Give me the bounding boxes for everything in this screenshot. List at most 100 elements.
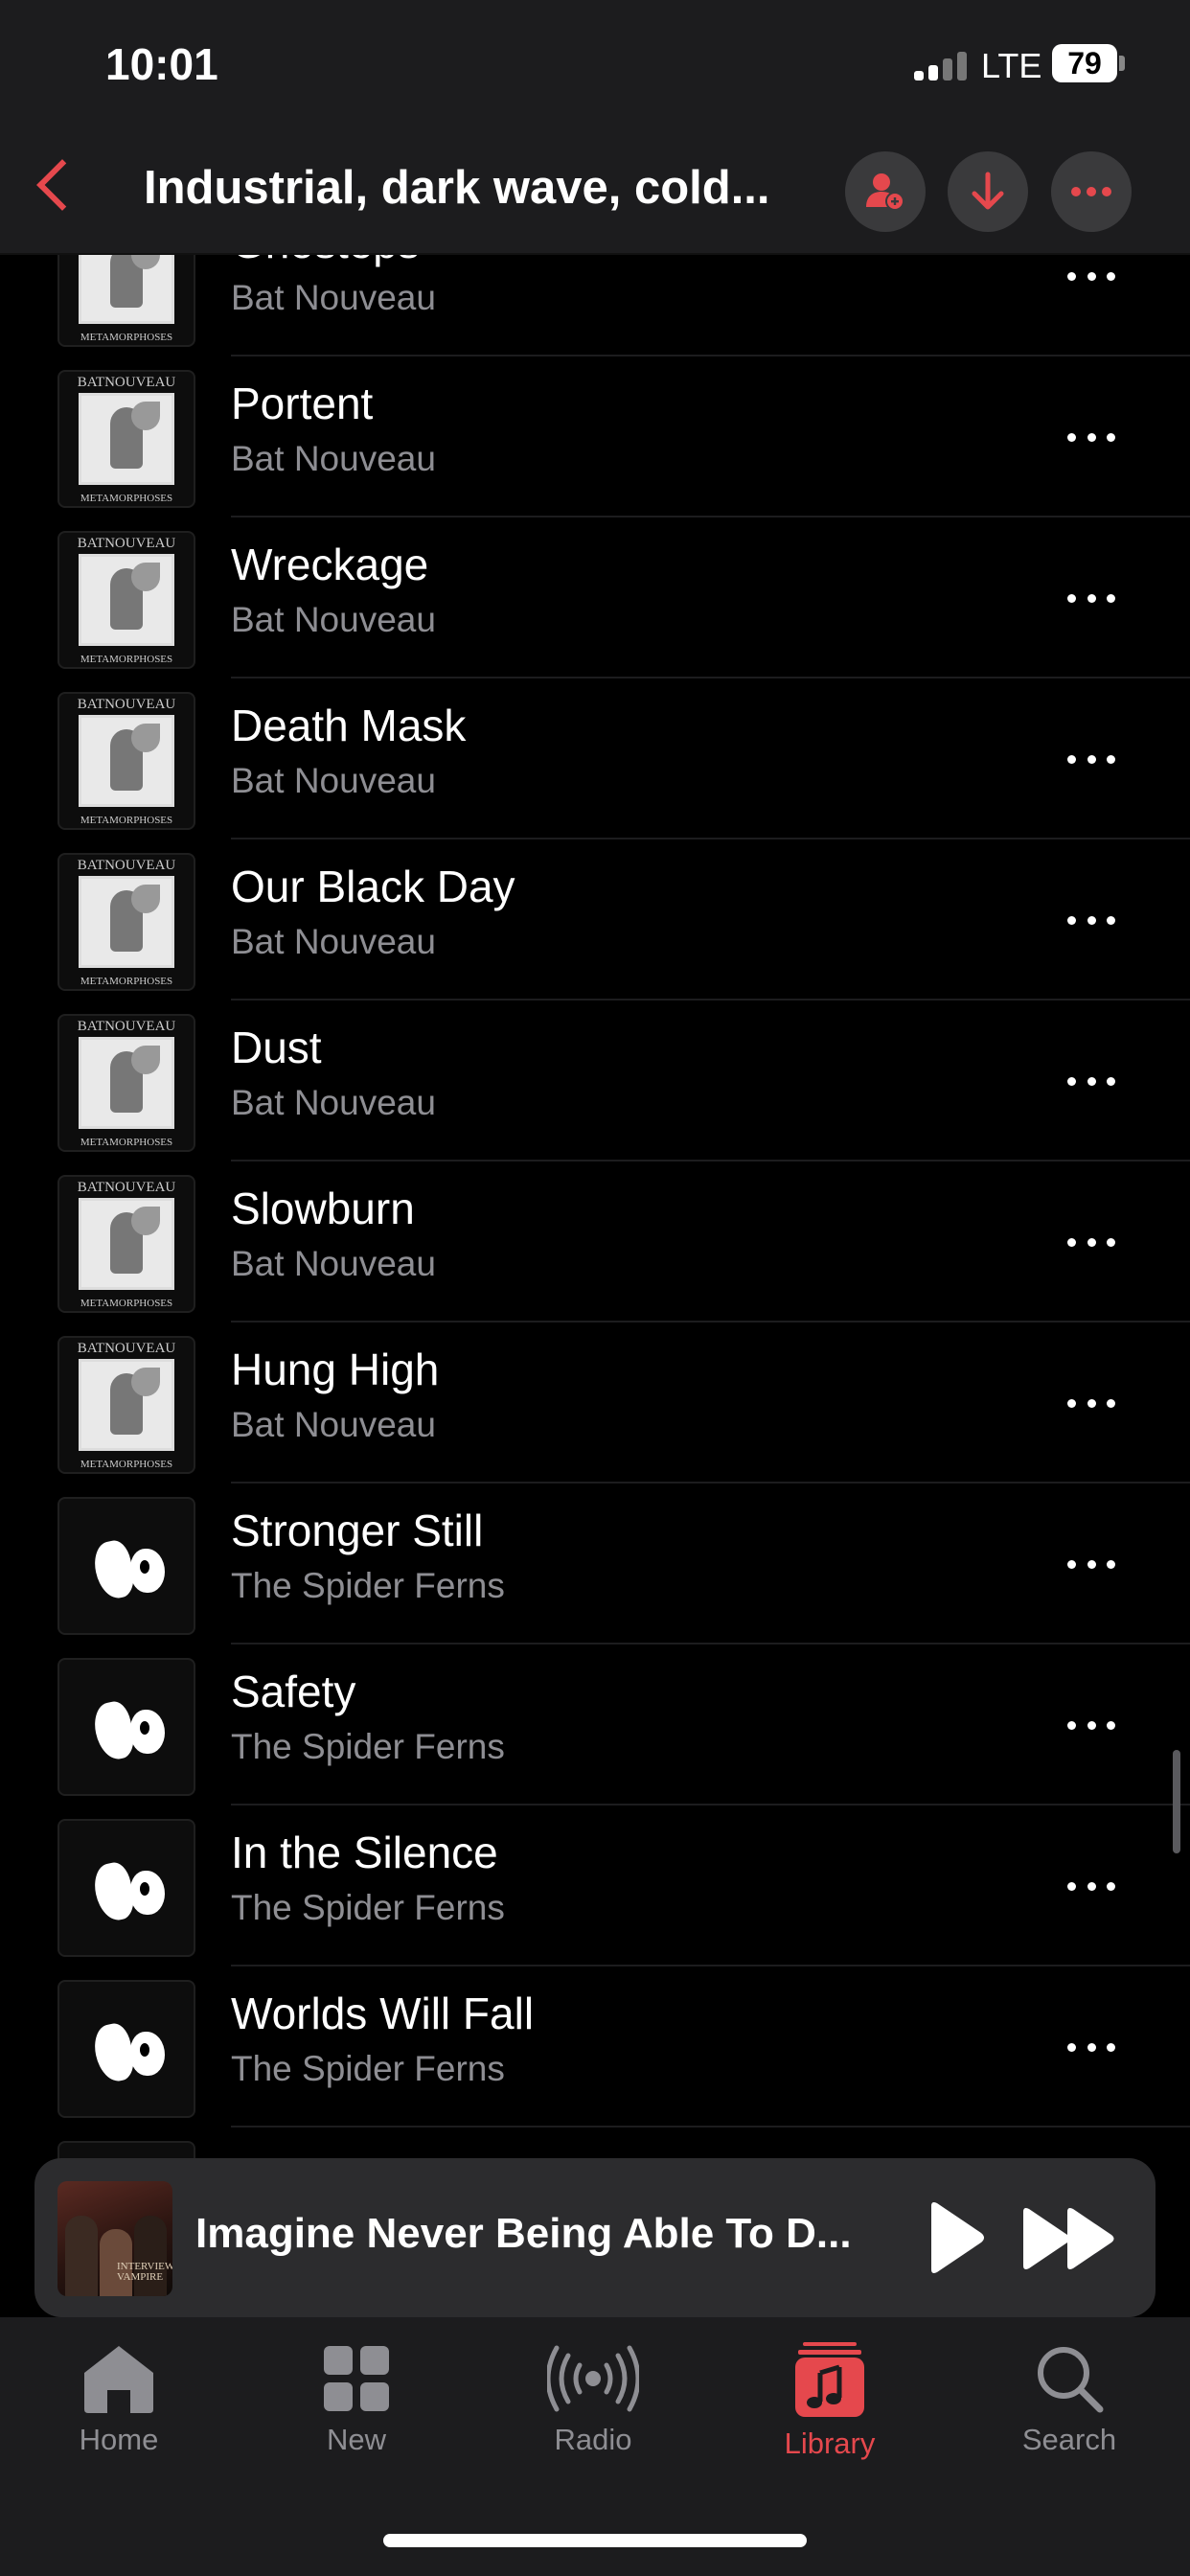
song-title: Dust — [231, 1023, 322, 1072]
song-row[interactable]: In the Silence The Spider Ferns — [0, 1806, 1190, 1966]
cellular-signal-icon — [914, 52, 968, 80]
album-artwork-bottom-text: METAMORPHOSES — [80, 1137, 173, 1148]
song-artist: Bat Nouveau — [231, 1244, 436, 1283]
home-indicator[interactable] — [383, 2534, 807, 2547]
nav-header: 10:01 LTE 79 Industrial, dark wave, cold… — [0, 0, 1190, 255]
song-artist: Bat Nouveau — [231, 439, 436, 478]
album-artwork-top-text: BATNOUVEAU — [77, 858, 176, 873]
song-title: Hung High — [231, 1345, 440, 1394]
song-more-button[interactable] — [1060, 1225, 1123, 1259]
song-more-button[interactable] — [1060, 1064, 1123, 1098]
song-title: Slowburn — [231, 1184, 415, 1233]
song-more-button[interactable] — [1060, 742, 1123, 776]
statue-image — [79, 1359, 174, 1451]
play-button[interactable] — [918, 2196, 995, 2279]
album-artwork-bottom-text: METAMORPHOSES — [80, 1459, 173, 1470]
song-row[interactable]: Safety The Spider Ferns — [0, 1644, 1190, 1806]
song-more-button[interactable] — [1060, 1869, 1123, 1903]
song-more-button[interactable] — [1060, 259, 1123, 293]
scroll-indicator[interactable] — [1173, 1750, 1180, 1853]
album-artwork-top-text: BATNOUVEAU — [77, 697, 176, 712]
more-options-button[interactable] — [1051, 151, 1132, 232]
now-playing-title: Imagine Never Being Able To D... — [195, 2210, 852, 2257]
song-row[interactable]: BATNOUVEAU METAMORPHOSES Slowburn Bat Nouve… — [0, 1162, 1190, 1322]
tab-new-label: New — [326, 2423, 386, 2456]
song-artist: The Spider Ferns — [231, 1566, 505, 1605]
song-title: Worlds Will Fall — [231, 1989, 535, 2038]
song-more-button[interactable] — [1060, 420, 1123, 454]
song-title: Safety — [231, 1667, 356, 1716]
add-collaborator-button[interactable] — [845, 151, 926, 232]
song-row[interactable]: BATNOUVEAU METAMORPHOSES Death Mask Bat Nou… — [0, 678, 1190, 840]
tab-search[interactable]: Search — [973, 2342, 1165, 2496]
album-artwork-top-text: BATNOUVEAU — [77, 1180, 176, 1195]
tab-new[interactable]: New — [261, 2342, 452, 2496]
ellipsis-icon — [1071, 187, 1111, 196]
song-title: Wreckage — [231, 540, 429, 589]
tab-search-label: Search — [1021, 2423, 1117, 2456]
song-artist: Bat Nouveau — [231, 600, 436, 639]
song-title: Death Mask — [231, 701, 467, 750]
song-more-button[interactable] — [1060, 1547, 1123, 1581]
network-label: LTE — [981, 46, 1042, 85]
album-artwork: BATNOUVEAU METAMORPHOSES — [57, 1014, 195, 1152]
album-artwork-top-text: BATNOUVEAU — [77, 1019, 176, 1034]
song-title: Our Black Day — [231, 862, 515, 911]
album-artwork — [57, 1819, 195, 1957]
statue-image — [79, 715, 174, 807]
album-artwork: BATNOUVEAU METAMORPHOSES — [57, 1175, 195, 1313]
playlist-title: Industrial, dark wave, cold... — [144, 162, 770, 214]
statue-image — [79, 554, 174, 646]
album-artwork-bottom-text: METAMORPHOSES — [80, 976, 173, 987]
song-title: In the Silence — [231, 1828, 498, 1877]
skip-forward-button[interactable] — [1018, 2200, 1123, 2277]
song-title: Portent — [231, 379, 374, 428]
house-icon — [84, 2346, 153, 2413]
album-artwork: BATNOUVEAU METAMORPHOSES — [57, 853, 195, 991]
download-button[interactable] — [948, 151, 1028, 232]
album-artwork: BATNOUVEAU METAMORPHOSES — [57, 531, 195, 669]
album-artwork-top-text: BATNOUVEAU — [77, 536, 176, 551]
album-artwork: BATNOUVEAU METAMORPHOSES — [57, 692, 195, 830]
album-artwork-top-text: BATNOUVEAU — [77, 1341, 176, 1356]
song-more-button[interactable] — [1060, 1708, 1123, 1742]
battery-level: 79 — [1067, 46, 1102, 80]
music-note-icon — [795, 2342, 864, 2417]
song-more-button[interactable] — [1060, 581, 1123, 615]
song-artist: The Spider Ferns — [231, 1888, 505, 1927]
tab-radio[interactable]: Radio — [497, 2342, 689, 2496]
mini-player[interactable]: INTERVIEW VAMPIRE Imagine Never Being Ab… — [34, 2158, 1156, 2317]
song-artist: Bat Nouveau — [231, 761, 436, 800]
song-artist: Bat Nouveau — [231, 1405, 436, 1444]
song-title: Stronger Still — [231, 1506, 484, 1555]
song-more-button[interactable] — [1060, 1386, 1123, 1420]
song-more-button[interactable] — [1060, 903, 1123, 937]
song-artist: Bat Nouveau — [231, 922, 436, 961]
album-artwork-top-text: BATNOUVEAU — [77, 375, 176, 390]
album-artwork-bottom-text: METAMORPHOSES — [80, 332, 173, 343]
battery-nub — [1119, 56, 1125, 71]
album-artwork-bottom-text: METAMORPHOSES — [80, 654, 173, 665]
fast-forward-icon — [1023, 2208, 1114, 2269]
song-artist: The Spider Ferns — [231, 2049, 505, 2088]
back-button[interactable] — [34, 157, 79, 215]
song-row[interactable]: BATNOUVEAU METAMORPHOSES Dust Bat Nouveau — [0, 1000, 1190, 1162]
album-artwork-bottom-text: METAMORPHOSES — [80, 1298, 173, 1309]
playlist-screen: BATNOUVEAUMETAMORPHOSESGhostepsBat Nouve… — [0, 0, 1190, 2576]
tab-home[interactable]: Home — [23, 2342, 215, 2496]
song-row[interactable]: BATNOUVEAU METAMORPHOSES Wreckage Bat Nouve… — [0, 518, 1190, 678]
song-row[interactable]: BATNOUVEAU METAMORPHOSES Our Black Day Bat … — [0, 840, 1190, 1000]
song-row[interactable]: BATNOUVEAU METAMORPHOSES Hung High Bat Nouv… — [0, 1322, 1190, 1484]
tab-home-label: Home — [79, 2423, 159, 2456]
song-row[interactable]: BATNOUVEAU METAMORPHOSES Portent Bat Nouvea… — [0, 356, 1190, 518]
statue-image — [79, 1037, 174, 1129]
tab-library[interactable]: Library — [734, 2342, 926, 2496]
battery-icon: 79 — [1052, 44, 1117, 82]
statue-image — [79, 876, 174, 968]
song-artist: The Spider Ferns — [231, 1727, 505, 1766]
album-artwork: BATNOUVEAU METAMORPHOSES — [57, 370, 195, 508]
song-row[interactable]: Stronger Still The Spider Ferns — [0, 1484, 1190, 1644]
song-row[interactable]: Worlds Will Fall The Spider Ferns — [0, 1966, 1190, 2128]
song-more-button[interactable] — [1060, 2030, 1123, 2064]
song-artist: Bat Nouveau — [231, 1083, 436, 1122]
